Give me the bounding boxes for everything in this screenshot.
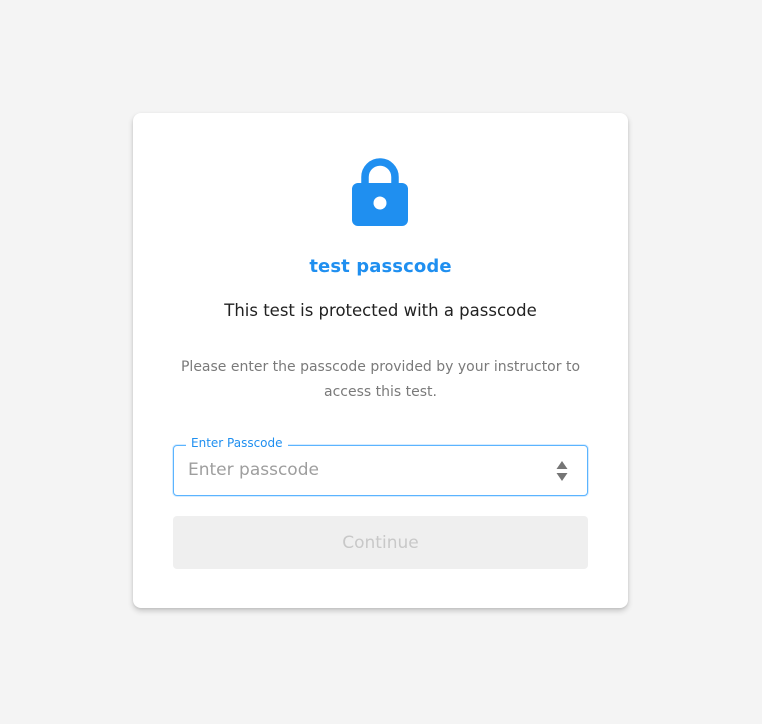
dialog-description: Please enter the passcode provided by yo…	[180, 359, 581, 400]
dialog-subtitle: This test is protected with a passcode	[224, 301, 537, 320]
passcode-dialog: test passcode This test is protected wit…	[133, 113, 628, 608]
lock-icon	[352, 158, 408, 226]
passcode-input[interactable]	[188, 446, 528, 494]
passcode-field[interactable]: Enter Passcode	[173, 436, 588, 496]
continue-button[interactable]: Continue	[173, 516, 588, 569]
number-stepper-icon[interactable]	[556, 460, 568, 482]
dialog-title: test passcode	[309, 256, 452, 277]
